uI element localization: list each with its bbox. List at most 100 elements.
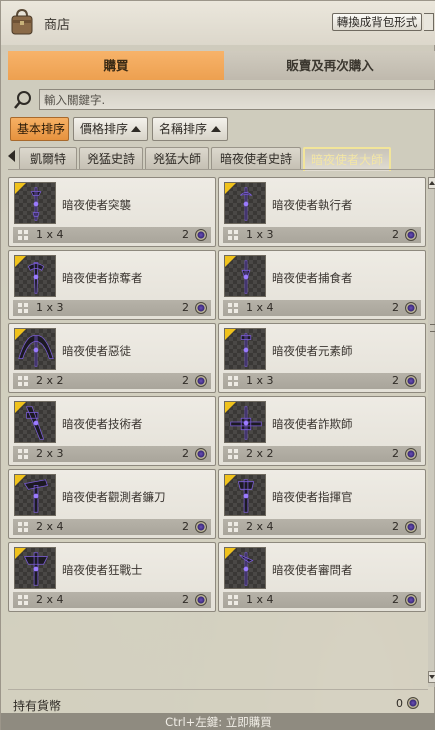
coin-icon (405, 521, 417, 533)
premium-corner-icon (15, 329, 26, 340)
tab-category-fierce-master[interactable]: 兇猛大師 (145, 147, 209, 169)
coin-icon (195, 229, 207, 241)
item-footer: 2 x 4 2 (223, 519, 421, 535)
item-price: 2 (182, 447, 189, 460)
item-card[interactable]: 暗夜使者元素師 1 x 3 2 (218, 323, 426, 393)
currency-value: 0 (396, 697, 403, 710)
coin-icon (195, 594, 207, 606)
tab-scroll-left-icon[interactable] (8, 150, 15, 162)
grid-size-icon (228, 522, 238, 532)
item-name: 暗夜使者觀測者鐮刀 (62, 490, 166, 504)
grid-size-icon (228, 449, 238, 459)
item-footer: 2 x 4 2 (13, 519, 211, 535)
sort-price-label: 價格排序 (80, 122, 129, 136)
sort-name-button[interactable]: 名稱排序 (152, 117, 228, 141)
grid-size-icon (228, 595, 238, 605)
item-size: 1 x 3 (246, 374, 274, 387)
tab-category-nightwalker-epic[interactable]: 暗夜使者史詩 (211, 147, 301, 169)
grid-size-icon (18, 522, 28, 532)
item-size: 2 x 4 (36, 593, 64, 606)
item-size: 1 x 4 (246, 301, 274, 314)
tab-sell-rebuy[interactable]: 販賣及再次購入 (224, 51, 435, 80)
premium-corner-icon (225, 256, 236, 267)
item-price: 2 (182, 374, 189, 387)
item-price: 2 (182, 301, 189, 314)
title-bar[interactable]: 商店 轉換成背包形式 (1, 1, 435, 45)
scroll-down-button[interactable] (428, 671, 435, 683)
scroll-up-button[interactable] (428, 177, 435, 189)
item-card[interactable]: 暗夜使者掠奪者 1 x 3 2 (8, 250, 216, 320)
coin-icon (405, 375, 417, 387)
item-price: 2 (392, 520, 399, 533)
item-price: 2 (392, 593, 399, 606)
item-name: 暗夜使者惡徒 (62, 344, 131, 358)
tab-buy[interactable]: 購買 (8, 51, 224, 80)
item-thumbnail (14, 547, 56, 589)
premium-corner-icon (225, 548, 236, 559)
item-card[interactable]: 暗夜使者狂戰士 2 x 4 2 (8, 542, 216, 612)
item-size: 1 x 3 (36, 301, 64, 314)
item-price: 2 (392, 228, 399, 241)
convert-to-bag-button[interactable]: 轉換成背包形式 (332, 13, 422, 31)
grid-size-icon (18, 376, 28, 386)
coin-icon (405, 448, 417, 460)
item-thumbnail (224, 328, 266, 370)
item-thumbnail (14, 401, 56, 443)
premium-corner-icon (15, 256, 26, 267)
sort-basic-label: 基本排序 (17, 122, 66, 136)
item-price: 2 (182, 520, 189, 533)
item-card[interactable]: 暗夜使者捕食者 1 x 4 2 (218, 250, 426, 320)
shop-window: 商店 轉換成背包形式 購買 販賣及再次購入 基本排序 價格排序 名稱排序 凱爾特… (0, 0, 435, 730)
tab-divider (8, 169, 435, 170)
item-size: 2 x 4 (36, 520, 64, 533)
premium-corner-icon (15, 475, 26, 486)
item-name: 暗夜使者技術者 (62, 417, 143, 431)
coin-icon (195, 302, 207, 314)
premium-corner-icon (225, 402, 236, 413)
item-card[interactable]: 暗夜使者觀測者鐮刀 2 x 4 2 (8, 469, 216, 539)
item-price: 2 (182, 228, 189, 241)
item-footer: 1 x 3 2 (223, 373, 421, 389)
close-button[interactable] (424, 13, 434, 31)
coin-icon (195, 375, 207, 387)
item-card[interactable]: 暗夜使者指揮官 2 x 4 2 (218, 469, 426, 539)
item-footer: 2 x 2 2 (223, 446, 421, 462)
item-card[interactable]: 暗夜使者突襲 1 x 4 2 (8, 177, 216, 247)
item-thumbnail (14, 474, 56, 516)
item-thumbnail (224, 401, 266, 443)
item-card[interactable]: 暗夜使者執行者 1 x 3 2 (218, 177, 426, 247)
coin-icon (407, 697, 419, 709)
tab-category-celtic[interactable]: 凱爾特 (19, 147, 77, 169)
sort-name-label: 名稱排序 (159, 122, 208, 136)
coin-icon (405, 229, 417, 241)
item-name: 暗夜使者執行者 (272, 198, 353, 212)
sort-price-button[interactable]: 價格排序 (73, 117, 148, 141)
premium-corner-icon (15, 548, 26, 559)
item-price: 2 (182, 593, 189, 606)
sort-up-icon (211, 126, 221, 132)
coin-icon (405, 594, 417, 606)
scroll-grip-icon[interactable] (430, 324, 435, 332)
item-card[interactable]: 暗夜使者技術者 2 x 3 2 (8, 396, 216, 466)
premium-corner-icon (225, 329, 236, 340)
search-input[interactable] (39, 89, 435, 110)
coin-icon (405, 302, 417, 314)
grid-size-icon (18, 449, 28, 459)
item-card[interactable]: 暗夜使者詐欺師 2 x 2 2 (218, 396, 426, 466)
grid-size-icon (228, 376, 238, 386)
item-thumbnail (14, 328, 56, 370)
search-icon (14, 91, 31, 109)
tab-category-nightwalker-master[interactable]: 暗夜使者大師 (303, 147, 391, 171)
item-footer: 1 x 3 2 (223, 227, 421, 243)
premium-corner-icon (225, 183, 236, 194)
tab-category-fierce-epic[interactable]: 兇猛史詩 (79, 147, 143, 169)
item-card[interactable]: 暗夜使者惡徒 2 x 2 2 (8, 323, 216, 393)
item-thumbnail (224, 255, 266, 297)
grid-size-icon (228, 303, 238, 313)
item-card[interactable]: 暗夜使者審問者 1 x 4 2 (218, 542, 426, 612)
scrollbar[interactable] (428, 177, 435, 687)
premium-corner-icon (15, 402, 26, 413)
item-footer: 1 x 3 2 (13, 300, 211, 316)
sort-basic-button[interactable]: 基本排序 (10, 117, 69, 141)
item-footer: 1 x 4 2 (13, 227, 211, 243)
